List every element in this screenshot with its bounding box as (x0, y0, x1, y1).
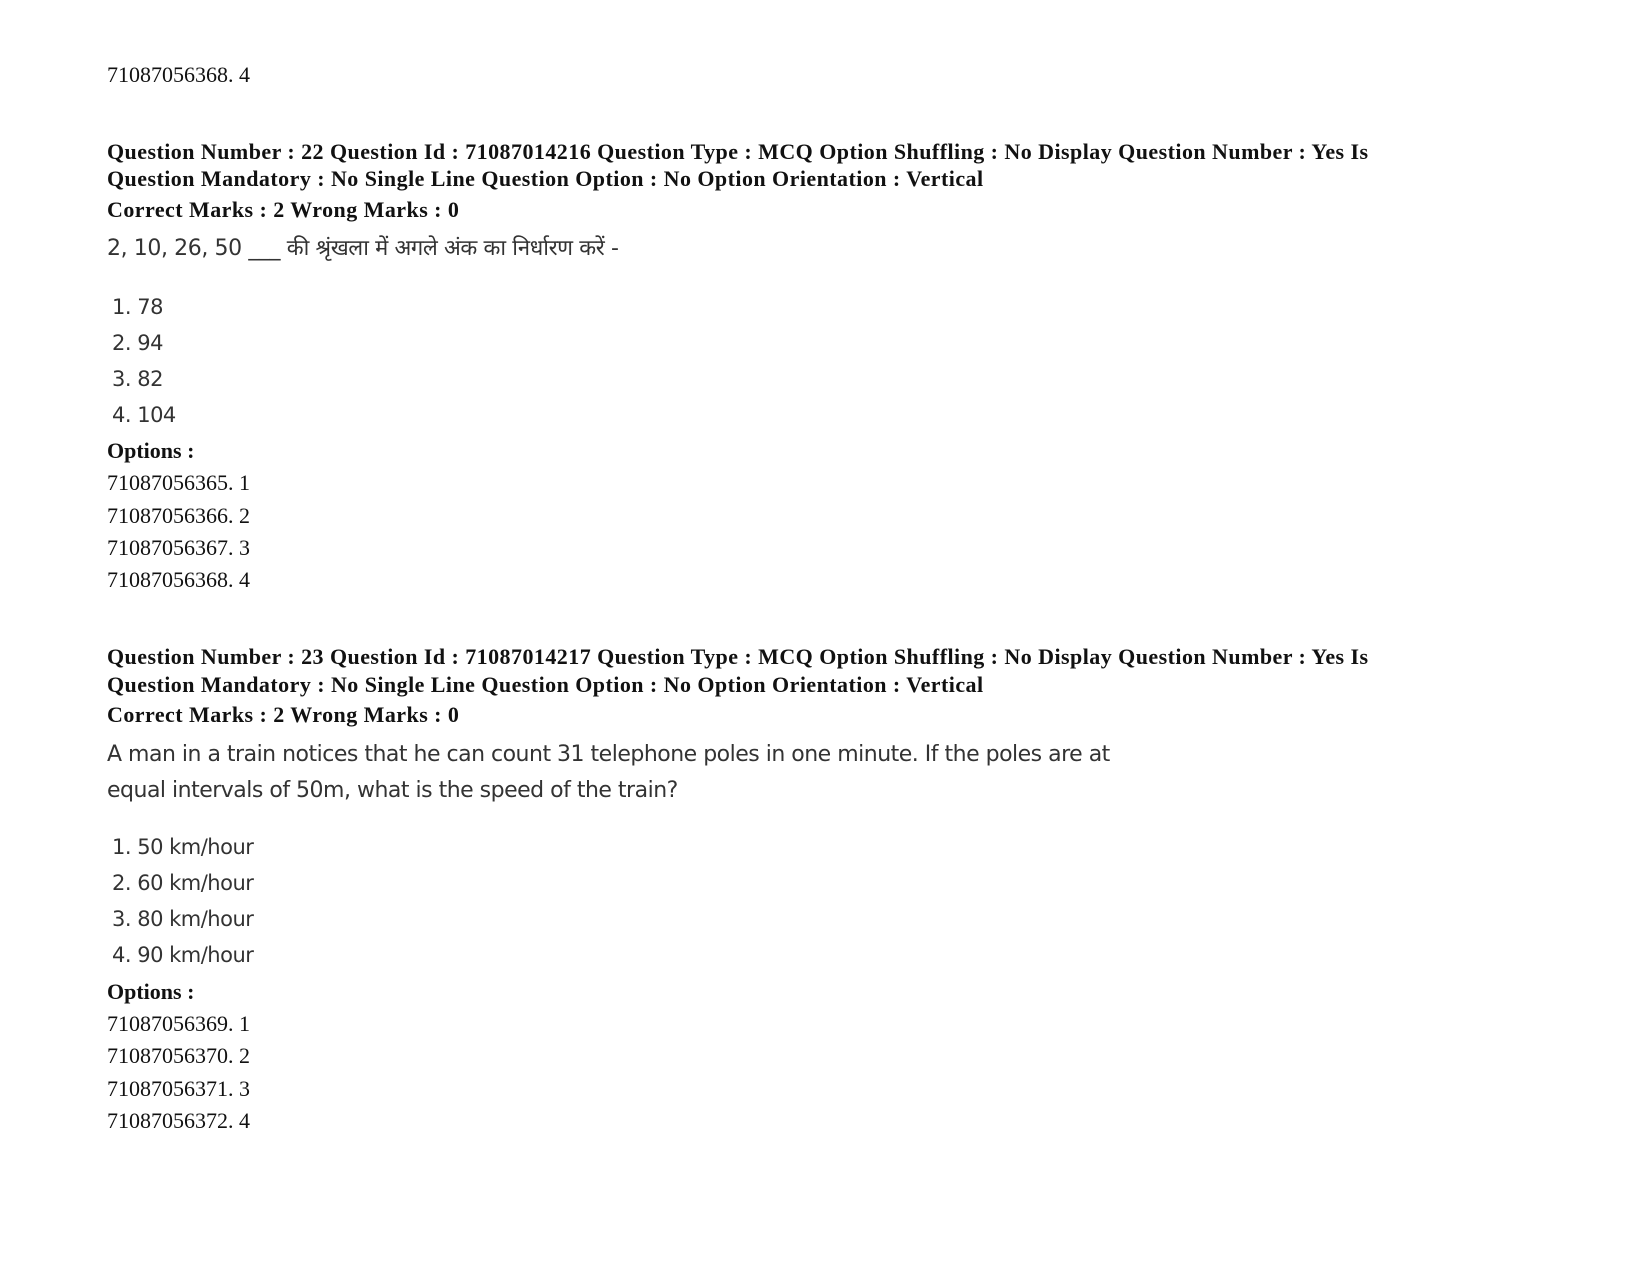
question-text: 2, 10, 26, 50 ___ की श्रृंखला में अगले अ… (107, 236, 619, 261)
option-id: 71087056366. 2 (107, 503, 250, 528)
previous-option-id: 71087056368. 4 (107, 62, 250, 87)
option-id: 71087056372. 4 (107, 1108, 250, 1133)
document-page: 71087056368. 4 Question Number : 22 Ques… (0, 0, 1650, 1275)
option-id: 71087056368. 4 (107, 567, 250, 592)
question-meta-line1: Question Number : 22 Question Id : 71087… (107, 139, 1369, 164)
choice-2: 2. 60 km/hour (112, 871, 254, 895)
option-id: 71087056370. 2 (107, 1043, 250, 1068)
choice-2: 2. 94 (112, 331, 163, 355)
question-meta-line1: Question Number : 23 Question Id : 71087… (107, 644, 1369, 669)
option-id: 71087056367. 3 (107, 535, 250, 560)
option-id: 71087056365. 1 (107, 470, 250, 495)
choice-1: 1. 78 (112, 295, 163, 319)
option-id: 71087056371. 3 (107, 1076, 250, 1101)
choice-4: 4. 104 (112, 403, 176, 427)
question-marks: Correct Marks : 2 Wrong Marks : 0 (107, 702, 460, 727)
question-marks: Correct Marks : 2 Wrong Marks : 0 (107, 197, 460, 222)
choice-1: 1. 50 km/hour (112, 835, 254, 859)
question-meta-line2: Question Mandatory : No Single Line Ques… (107, 672, 984, 697)
choice-3: 3. 82 (112, 367, 163, 391)
question-text-line2: equal intervals of 50m, what is the spee… (107, 778, 678, 803)
choice-3: 3. 80 km/hour (112, 907, 254, 931)
options-label: Options : (107, 438, 195, 463)
choice-4: 4. 90 km/hour (112, 943, 254, 967)
option-id: 71087056369. 1 (107, 1011, 250, 1036)
options-label: Options : (107, 979, 195, 1004)
question-text-line1: A man in a train notices that he can cou… (107, 742, 1110, 767)
question-meta-line2: Question Mandatory : No Single Line Ques… (107, 166, 984, 191)
